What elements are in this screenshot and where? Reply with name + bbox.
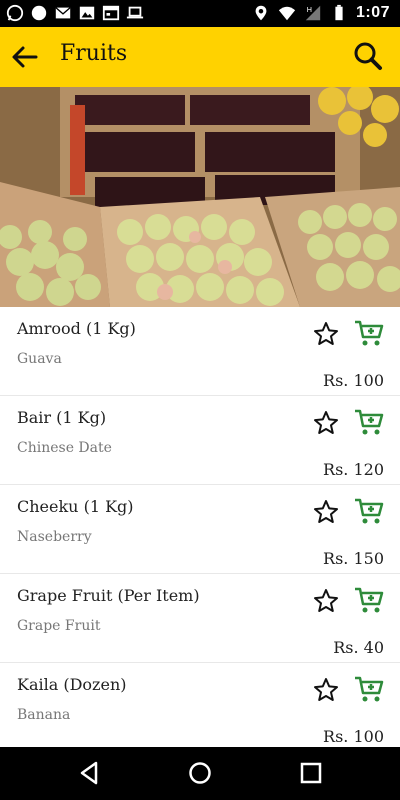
- product-subtitle: Chinese Date: [17, 440, 112, 456]
- recents-square-icon[interactable]: [298, 760, 324, 786]
- product-price: Rs. 100: [323, 371, 384, 390]
- calendar-icon: [102, 5, 120, 21]
- product-subtitle: Naseberry: [17, 529, 92, 545]
- product-subtitle: Guava: [17, 351, 62, 367]
- product-price: Rs. 100: [323, 727, 384, 746]
- product-name: Kaila (Dozen): [17, 675, 127, 694]
- clock-time: 1:07: [355, 4, 390, 21]
- star-outline-icon[interactable]: [313, 588, 339, 614]
- product-name: Bair (1 Kg): [17, 408, 107, 427]
- search-icon[interactable]: [352, 40, 384, 72]
- list-item[interactable]: Cheeku (1 Kg) Naseberry Rs. 150: [0, 485, 400, 574]
- star-outline-icon[interactable]: [313, 499, 339, 525]
- list-item[interactable]: Grape Fruit (Per Item) Grape Fruit Rs. 4…: [0, 574, 400, 663]
- whatsapp-icon: [6, 4, 24, 22]
- list-item[interactable]: Kaila (Dozen) Banana Rs. 100: [0, 663, 400, 747]
- product-price: Rs. 40: [333, 638, 384, 657]
- category-banner-image: [0, 87, 400, 307]
- star-outline-icon[interactable]: [313, 677, 339, 703]
- wifi-icon: [278, 6, 296, 21]
- cart-icon[interactable]: [354, 319, 384, 347]
- product-name: Cheeku (1 Kg): [17, 497, 134, 516]
- cart-icon[interactable]: [354, 675, 384, 703]
- product-price: Rs. 120: [323, 460, 384, 479]
- cart-icon[interactable]: [354, 586, 384, 614]
- system-navigation-bar: [0, 747, 400, 800]
- star-outline-icon[interactable]: [313, 321, 339, 347]
- mail-icon: [55, 7, 71, 19]
- list-item[interactable]: Bair (1 Kg) Chinese Date Rs. 120: [0, 396, 400, 485]
- star-outline-icon[interactable]: [313, 410, 339, 436]
- page-title: Fruits: [60, 41, 128, 66]
- cart-icon[interactable]: [354, 408, 384, 436]
- product-name: Amrood (1 Kg): [17, 319, 136, 338]
- status-bar: H 1:07: [0, 0, 400, 27]
- circle-icon: [31, 5, 47, 21]
- cart-icon[interactable]: [354, 497, 384, 525]
- image-icon: [79, 6, 95, 20]
- home-circle-icon[interactable]: [187, 760, 213, 786]
- list-item[interactable]: Amrood (1 Kg) Guava Rs. 100: [0, 307, 400, 396]
- app-bar: Fruits: [0, 27, 400, 87]
- back-triangle-icon[interactable]: [77, 760, 103, 786]
- product-subtitle: Banana: [17, 707, 71, 723]
- back-arrow-icon[interactable]: [10, 42, 40, 72]
- location-icon: [255, 5, 267, 21]
- laptop-icon: [126, 6, 144, 19]
- network-icon: H: [305, 5, 321, 21]
- product-price: Rs. 150: [323, 549, 384, 568]
- product-list: Amrood (1 Kg) Guava Rs. 100 Bair (1 Kg) …: [0, 307, 400, 747]
- battery-icon: [335, 4, 343, 21]
- product-subtitle: Grape Fruit: [17, 618, 101, 634]
- svg-text:H: H: [307, 5, 312, 14]
- product-name: Grape Fruit (Per Item): [17, 586, 200, 605]
